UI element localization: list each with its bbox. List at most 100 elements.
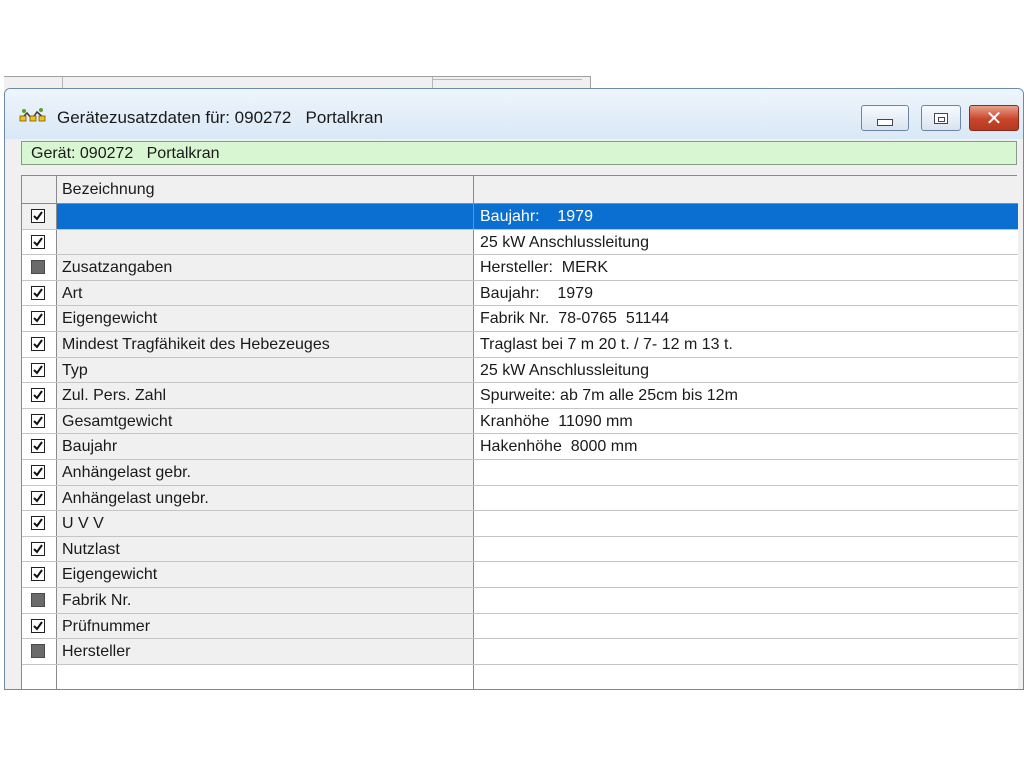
data-grid[interactable]: Bezeichnung Baujahr: 1979 25 kW Anschluss…: [21, 175, 1018, 689]
column-header-value[interactable]: [474, 176, 1018, 203]
checkbox-checked[interactable]: [31, 311, 45, 326]
row-label-cell[interactable]: Anhängelast gebr.: [57, 460, 474, 485]
row-value-cell[interactable]: [474, 588, 1018, 613]
row-label-cell[interactable]: Anhängelast ungebr.: [57, 485, 474, 511]
row-value-cell[interactable]: Hakenhöhe 8000 mm: [474, 434, 1018, 459]
row-check-cell: [22, 613, 57, 639]
table-row[interactable]: U V V: [22, 511, 1018, 537]
row-value-cell[interactable]: [474, 485, 1018, 511]
table-row[interactable]: Prüfnummer: [22, 613, 1018, 640]
row-check-cell: [22, 383, 57, 408]
table-row[interactable]: Baujahr Hakenhöhe 8000 mm: [22, 434, 1018, 460]
row-label-cell[interactable]: Art: [57, 280, 474, 306]
close-icon: ✕: [985, 106, 1003, 130]
row-label-cell[interactable]: Zusatzangaben: [57, 255, 474, 280]
row-check-cell: [22, 511, 57, 536]
checkmark-icon: [33, 518, 43, 528]
row-check-cell: [22, 408, 57, 434]
column-header-bezeichnung[interactable]: Bezeichnung: [57, 176, 474, 203]
row-check-cell: [22, 280, 57, 306]
row-value-cell[interactable]: 25 kW Anschlussleitung: [474, 357, 1018, 383]
checkmark-icon: [33, 237, 43, 247]
row-value-cell[interactable]: Fabrik Nr. 78-0765 51144: [474, 306, 1018, 331]
row-label-cell[interactable]: [57, 664, 474, 689]
row-label-cell[interactable]: U V V: [57, 511, 474, 536]
row-label-cell[interactable]: Mindest Tragfähikeit des Hebezeuges: [57, 332, 474, 357]
row-label-cell[interactable]: Hersteller: [57, 639, 474, 664]
checkbox-checked[interactable]: [31, 516, 45, 531]
row-label-cell[interactable]: Eigengewicht: [57, 562, 474, 587]
table-row[interactable]: Zul. Pers. Zahl Spurweite: ab 7m alle 25c…: [22, 383, 1018, 409]
row-check-cell: [22, 562, 57, 587]
checkbox-indeterminate[interactable]: [31, 644, 45, 659]
checkbox-checked[interactable]: [31, 209, 45, 223]
checkbox-checked[interactable]: [31, 618, 45, 633]
row-value-cell[interactable]: Traglast bei 7 m 20 t. / 7- 12 m 13 t.: [474, 332, 1018, 357]
checkbox-checked[interactable]: [31, 285, 45, 300]
window-title: Gerätezusatzdaten für: 090272 Portalkran: [57, 108, 384, 127]
row-value-cell[interactable]: [474, 562, 1018, 587]
row-label-cell[interactable]: Typ: [57, 357, 474, 383]
table-row[interactable]: Anhängelast gebr.: [22, 460, 1018, 486]
checkbox-checked[interactable]: [31, 541, 45, 556]
row-label-cell[interactable]: Zul. Pers. Zahl: [57, 383, 474, 408]
table-row[interactable]: Art Baujahr: 1979: [22, 280, 1018, 307]
row-label-cell[interactable]: Eigengewicht: [57, 306, 474, 331]
checkbox-checked[interactable]: [31, 337, 45, 351]
row-label-cell[interactable]: Gesamtgewicht: [57, 408, 474, 434]
minimize-icon: [877, 118, 893, 126]
checkbox-checked[interactable]: [31, 567, 45, 582]
table-row[interactable]: Baujahr: 1979: [22, 204, 1018, 230]
row-label-cell[interactable]: [57, 204, 474, 229]
checkmark-icon: [33, 569, 43, 579]
minimize-button[interactable]: [861, 105, 909, 131]
checkbox-indeterminate[interactable]: [31, 260, 45, 275]
row-value-cell[interactable]: 25 kW Anschlussleitung: [474, 229, 1018, 255]
checkmark-icon: [33, 441, 43, 451]
checkbox-checked[interactable]: [31, 413, 45, 428]
table-row[interactable]: Fabrik Nr.: [22, 588, 1018, 614]
checkbox-checked[interactable]: [31, 362, 45, 377]
row-value-cell[interactable]: Baujahr: 1979: [474, 204, 1018, 229]
row-value-cell[interactable]: [474, 639, 1018, 664]
checkbox-checked[interactable]: [31, 234, 45, 249]
row-label-cell[interactable]: Prüfnummer: [57, 613, 474, 639]
table-row[interactable]: Anhängelast ungebr.: [22, 485, 1018, 512]
row-check-cell: [22, 485, 57, 511]
row-value-cell[interactable]: Hersteller: MERK: [474, 255, 1018, 280]
checkbox-indeterminate[interactable]: [31, 593, 45, 607]
table-row[interactable]: Nutzlast: [22, 536, 1018, 563]
row-value-cell[interactable]: [474, 536, 1018, 562]
row-value-cell[interactable]: [474, 511, 1018, 536]
row-value-cell[interactable]: [474, 460, 1018, 485]
checkbox-checked[interactable]: [31, 490, 45, 505]
table-row[interactable]: Typ 25 kW Anschlussleitung: [22, 357, 1018, 384]
row-value-cell[interactable]: [474, 664, 1018, 689]
table-row[interactable]: Hersteller: [22, 639, 1018, 665]
checkbox-checked[interactable]: [31, 388, 45, 403]
row-value-cell[interactable]: Baujahr: 1979: [474, 280, 1018, 306]
table-row[interactable]: 25 kW Anschlussleitung: [22, 229, 1018, 256]
title-bar[interactable]: Gerätezusatzdaten für: 090272 Portalkran…: [5, 89, 1023, 139]
row-value-cell[interactable]: [474, 613, 1018, 639]
maximize-button[interactable]: [921, 105, 961, 131]
table-row[interactable]: Eigengewicht Fabrik Nr. 78-0765 51144: [22, 306, 1018, 332]
close-button[interactable]: ✕: [969, 105, 1019, 131]
row-label-cell[interactable]: [57, 229, 474, 255]
table-row[interactable]: Mindest Tragfähikeit des Hebezeuges Tragl…: [22, 332, 1018, 358]
row-value-cell[interactable]: Spurweite: ab 7m alle 25cm bis 12m: [474, 383, 1018, 408]
header-check-column: [22, 176, 57, 203]
checkbox-checked[interactable]: [31, 439, 45, 454]
row-value-cell[interactable]: Kranhöhe 11090 mm: [474, 408, 1018, 434]
table-row[interactable]: Gesamtgewicht Kranhöhe 11090 mm: [22, 408, 1018, 435]
empty-row[interactable]: [22, 664, 1018, 689]
checkmark-icon: [33, 416, 43, 426]
row-check-cell: [22, 204, 57, 229]
checkbox-checked[interactable]: [31, 465, 45, 479]
checkmark-icon: [33, 390, 43, 400]
table-row[interactable]: Eigengewicht: [22, 562, 1018, 588]
row-label-cell[interactable]: Nutzlast: [57, 536, 474, 562]
table-row[interactable]: Zusatzangaben Hersteller: MERK: [22, 255, 1018, 281]
row-label-cell[interactable]: Baujahr: [57, 434, 474, 459]
row-label-cell[interactable]: Fabrik Nr.: [57, 588, 474, 613]
